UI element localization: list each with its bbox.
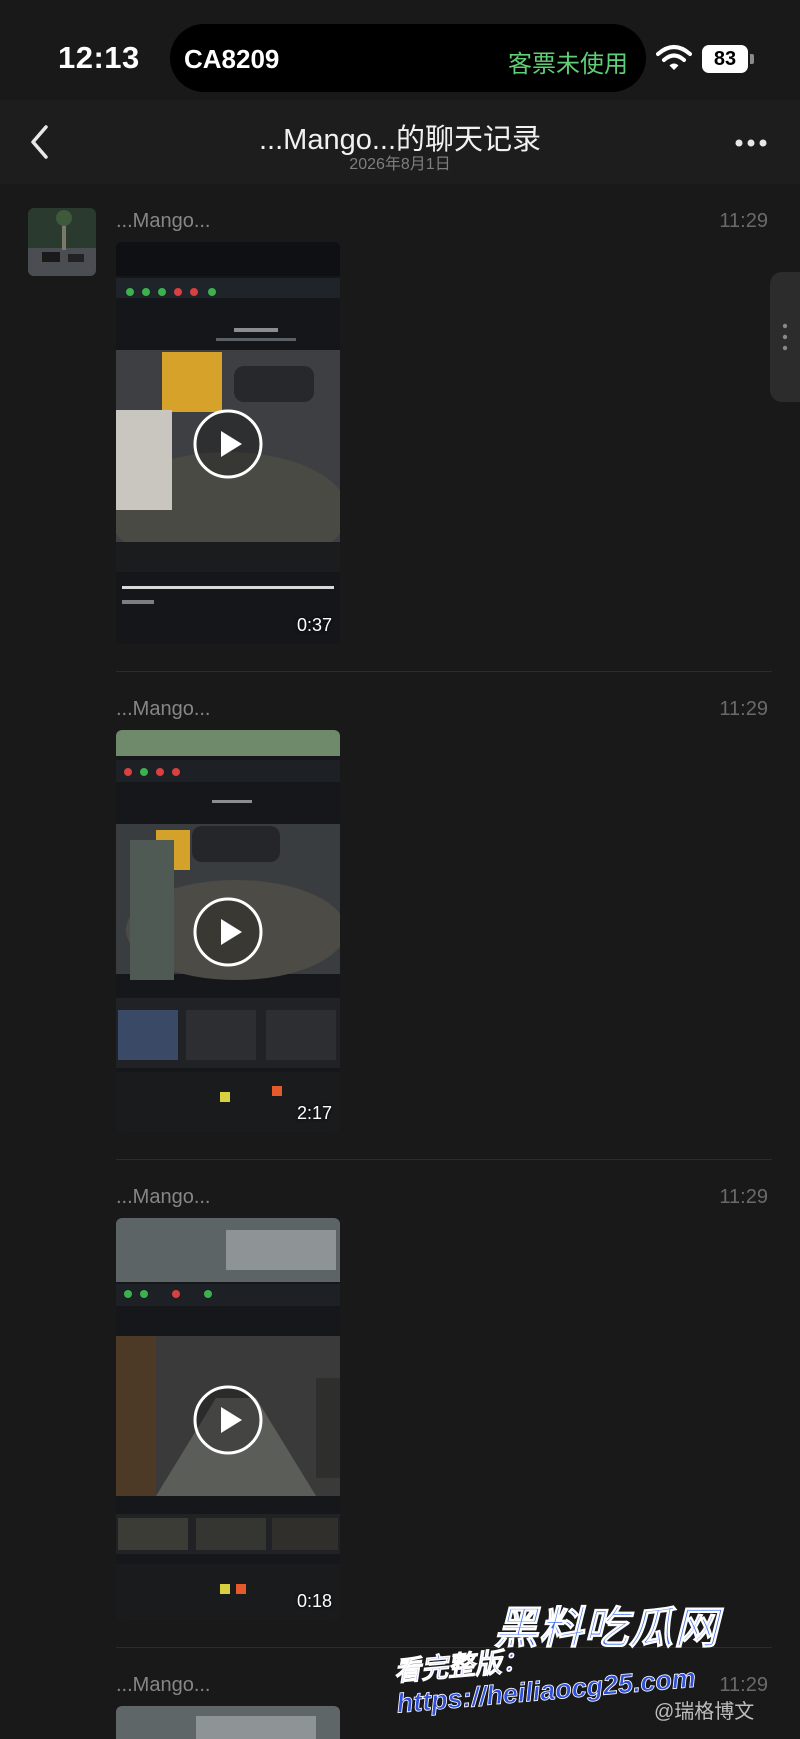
video-message[interactable]: 0:18 [116,1218,340,1620]
message-item: ...Mango... 11:29 [0,184,800,672]
play-icon[interactable] [192,1384,264,1456]
dynamic-island[interactable]: CA8209 客票未使用 [170,24,646,92]
message-item: ...Mango... 11:29 [0,1160,800,1648]
video-message[interactable]: 2:17 [116,730,340,1132]
wifi-icon [656,45,692,70]
video-duration: 2:17 [296,1103,332,1123]
ticket-status: 客票未使用 [508,51,628,78]
play-icon[interactable] [192,408,264,480]
flight-number: CA8209 [184,44,280,74]
status-time: 12:13 [58,40,140,75]
battery-icon: 83 [702,45,754,73]
avatar[interactable] [28,208,96,276]
message-time: 11:29 [719,210,768,232]
video-message[interactable]: 0:37 [116,242,340,644]
watermark-weibo: @瑞格博文 [654,1701,755,1723]
message-sender: ...Mango... [116,698,211,720]
message-item: ...Mango... 11:29 [0,672,800,1160]
message-time: 11:29 [719,698,768,720]
grip-icon [782,323,788,351]
video-duration: 0:37 [296,615,332,635]
video-message[interactable] [116,1706,340,1739]
battery-level: 83 [713,48,737,70]
message-sender: ...Mango... [116,210,211,232]
play-icon[interactable] [192,896,264,968]
chat-history-screen: 12:13 CA8209 客票未使用 83 ...Mango...的聊天记录 2… [0,0,800,1739]
message-sender: ...Mango... [116,1186,211,1208]
scroll-handle[interactable] [770,272,800,402]
message-time: 11:29 [719,1186,768,1208]
more-icon[interactable] [734,138,768,148]
video-duration: 0:18 [296,1591,332,1611]
status-bar: 12:13 CA8209 客票未使用 83 [0,0,800,100]
nav-bar: ...Mango...的聊天记录 2026年8月1日 [0,100,800,184]
page-subtitle-date: 2026年8月1日 [349,156,451,173]
message-sender: ...Mango... [116,1674,211,1696]
